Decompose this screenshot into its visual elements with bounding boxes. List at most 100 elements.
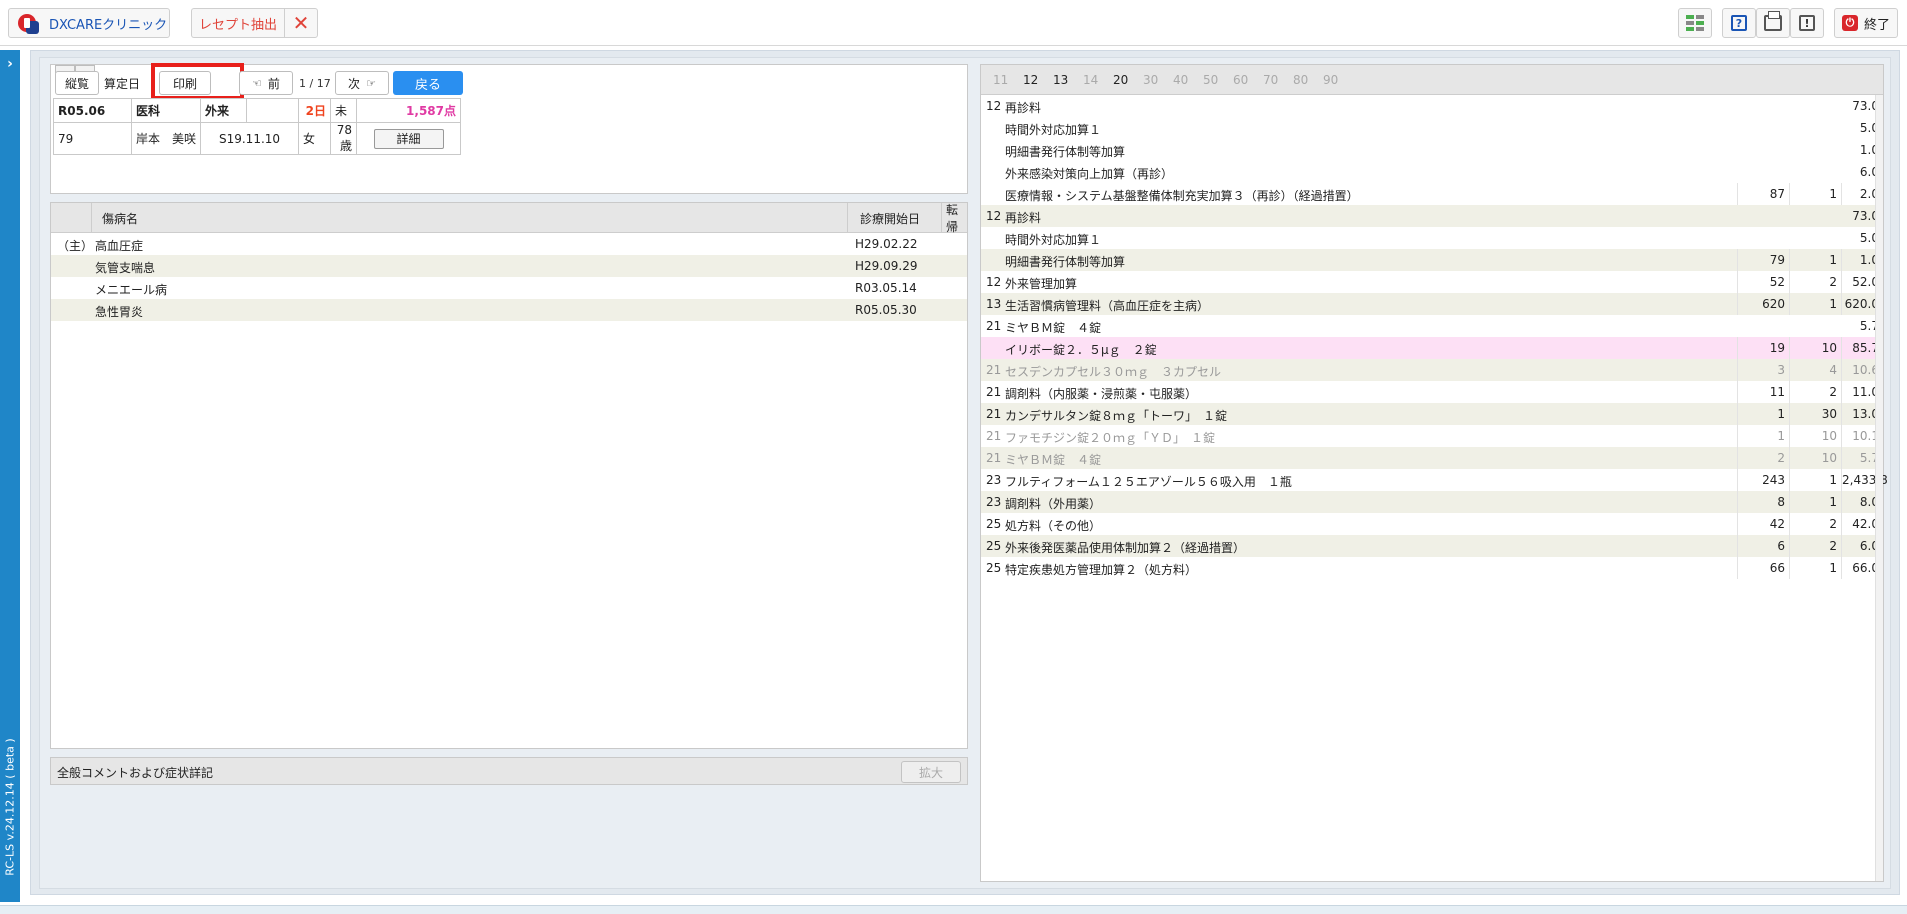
receipt-extract-button[interactable]: レセプト抽出	[191, 8, 284, 38]
calc-date-label[interactable]: 算定日	[99, 71, 145, 95]
table-row[interactable]: （主） 高血圧症 H29.02.22	[51, 233, 967, 255]
tab-category-14[interactable]: 14	[1083, 73, 1098, 87]
close-icon: ✕	[292, 11, 310, 35]
item-code: 12	[986, 209, 1002, 223]
item-name: 時間外対応加算１	[1005, 233, 1102, 247]
patient-name-cell: 岸本 美咲	[130, 122, 202, 155]
item-name: 生活習慣病管理料（高血圧症を主病）	[1005, 299, 1210, 313]
item-points: 87	[1737, 183, 1789, 205]
chevron-right-icon[interactable]: ›	[0, 56, 20, 72]
item-code: 21	[986, 407, 1002, 421]
tab-category-50[interactable]: 50	[1203, 73, 1218, 87]
mark-header	[51, 203, 91, 233]
table-row[interactable]: 明細書発行体制等加算 1.0	[981, 139, 1883, 161]
table-row[interactable]: 21 調剤料（内服薬・浸煎薬・屯服薬） 11 2 11.0	[981, 381, 1883, 403]
table-row[interactable]: 12 再診料 73.0	[981, 205, 1883, 227]
back-button[interactable]: 戻る	[393, 71, 463, 95]
exit-button[interactable]: ⏻ 終了	[1834, 8, 1898, 38]
table-row[interactable]: 21 ミヤＢＭ錠 ４錠 2 10 5.7	[981, 447, 1883, 469]
tab-category-20[interactable]: 20	[1113, 73, 1128, 87]
era-cell: R05.06	[53, 98, 132, 123]
item-points: 52	[1737, 271, 1789, 293]
table-row[interactable]: 外来感染対策向上加算（再診） 6.0	[981, 161, 1883, 183]
table-row[interactable]: 時間外対応加算１ 5.0	[981, 227, 1883, 249]
table-row[interactable]: 時間外対応加算１ 5.0	[981, 117, 1883, 139]
status-cell: 未	[330, 98, 358, 123]
item-count: 10	[1789, 447, 1841, 469]
start-date-header[interactable]: 診療開始日	[847, 203, 941, 233]
table-row[interactable]: 23 調剤料（外用薬） 8 1 8.0	[981, 491, 1883, 513]
collapsed-sidebar[interactable]: › RC-LS v.24.12.14 ( beta )	[0, 50, 20, 902]
table-row[interactable]: 21 ファモチジン錠２０ｍｇ「ＹＤ」 １錠 1 10 10.1	[981, 425, 1883, 447]
table-row[interactable]: 21 ミヤＢＭ錠 ４錠 5.7	[981, 315, 1883, 337]
item-points: 2	[1737, 447, 1789, 469]
item-code: 21	[986, 385, 1002, 399]
layout-button[interactable]	[1678, 8, 1712, 38]
table-row[interactable]: 気管支喘息 H29.09.29	[51, 255, 967, 277]
item-name: 明細書発行体制等加算	[1005, 145, 1126, 159]
comment-area[interactable]	[50, 787, 968, 882]
table-row[interactable]: 13 生活習慣病管理料（高血圧症を主病） 620 1 620.0	[981, 293, 1883, 315]
printer-icon	[1764, 11, 1782, 31]
cancel-receipt-button[interactable]: ✕	[284, 8, 318, 38]
item-count	[1789, 117, 1841, 139]
summary-table: R05.06 医科 外来 2日 未 1,587点 79 岸本 美咲 S19.11…	[53, 98, 462, 155]
item-points	[1737, 205, 1789, 227]
tab-category-13[interactable]: 13	[1053, 73, 1068, 87]
item-name: 特定疾患処方管理加算２（処方料）	[1005, 563, 1198, 577]
days-cell: 2日	[298, 98, 332, 123]
item-points: 79	[1737, 249, 1789, 271]
item-code: 25	[986, 561, 1002, 575]
hand-right-icon: ☞	[366, 76, 376, 90]
print-preview-button[interactable]	[1756, 8, 1790, 38]
tab-category-80[interactable]: 80	[1293, 73, 1308, 87]
table-row[interactable]: イリボー錠２．５μｇ ２錠 19 10 85.7	[981, 337, 1883, 359]
table-row[interactable]: 医療情報・システム基盤整備体制充実加算３（再診）（経過措置） 87 1 2.0	[981, 183, 1883, 205]
table-row[interactable]: 25 外来後発医薬品使用体制加算２（経過措置） 6 2 6.0	[981, 535, 1883, 557]
power-icon: ⏻	[1841, 15, 1858, 31]
tab-category-12[interactable]: 12	[1023, 73, 1038, 87]
table-row[interactable]: 25 処方料（その他） 42 2 42.0	[981, 513, 1883, 535]
item-count: 10	[1789, 425, 1841, 447]
clinic-button[interactable]: DXCAREクリニック	[8, 8, 170, 38]
outcome-header[interactable]: 転帰	[941, 203, 967, 234]
disease-name-header[interactable]: 傷病名	[91, 203, 847, 233]
main-frame: 縦覧 算定日 印刷 ☜ 前 1 / 17 次 ☞ 戻る R05.06 医科 外来	[30, 50, 1900, 895]
table-row[interactable]: 23 フルティフォーム１２５エアゾール５６吸入用 １瓶 243 1 2,433.8	[981, 469, 1888, 491]
next-button[interactable]: 次 ☞	[335, 71, 389, 95]
table-row[interactable]: 明細書発行体制等加算 79 1 1.0	[981, 249, 1883, 271]
patient-id-cell: 79	[53, 122, 132, 155]
vertical-scrollbar[interactable]	[1875, 95, 1883, 881]
table-row[interactable]: 25 特定疾患処方管理加算２（処方料） 66 1 66.0	[981, 557, 1883, 579]
item-code: 13	[986, 297, 1002, 311]
overview-button[interactable]: 縦覧	[55, 71, 99, 95]
prev-label: 前	[267, 76, 280, 91]
table-row[interactable]: 21 カンデサルタン錠８ｍｇ「トーワ」 １錠 1 30 13.0	[981, 403, 1883, 425]
table-row[interactable]: 急性胃炎 R05.05.30	[51, 299, 967, 321]
birthdate-cell: S19.11.10	[200, 122, 300, 155]
table-row[interactable]: メニエール病 R03.05.14	[51, 277, 967, 299]
item-points: 1	[1737, 425, 1789, 447]
item-code: 23	[986, 495, 1002, 509]
table-row[interactable]: 12 再診料 73.0	[981, 95, 1883, 117]
detail-button[interactable]: 詳細	[373, 128, 444, 149]
prev-button[interactable]: ☜ 前	[239, 71, 293, 95]
expand-button[interactable]: 拡大	[901, 761, 961, 783]
tab-category-70[interactable]: 70	[1263, 73, 1278, 87]
item-code: 25	[986, 539, 1002, 553]
notice-button[interactable]: !	[1790, 8, 1824, 38]
item-code: 12	[986, 275, 1002, 289]
tab-category-60[interactable]: 60	[1233, 73, 1248, 87]
tab-category-40[interactable]: 40	[1173, 73, 1188, 87]
tab-category-30[interactable]: 30	[1143, 73, 1158, 87]
start-date: H29.02.22	[855, 237, 918, 251]
item-name: 再診料	[1005, 211, 1042, 225]
help-button[interactable]: ?	[1722, 8, 1756, 38]
item-code: 23	[986, 473, 1002, 487]
item-name: 時間外対応加算１	[1005, 123, 1102, 137]
tab-category-90[interactable]: 90	[1323, 73, 1338, 87]
table-row[interactable]: 21 セスデンカプセル３０ｍｇ ３カプセル 3 4 10.6	[981, 359, 1883, 381]
table-row[interactable]: 12 外来管理加算 52 2 52.0	[981, 271, 1883, 293]
tab-category-11[interactable]: 11	[993, 73, 1008, 87]
item-name: 再診料	[1005, 101, 1042, 115]
